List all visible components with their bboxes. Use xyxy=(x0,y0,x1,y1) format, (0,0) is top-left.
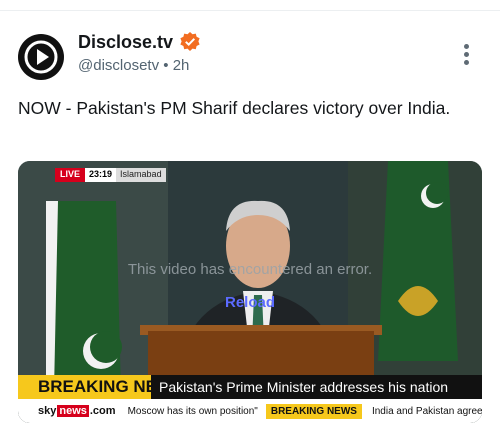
more-vertical-icon[interactable] xyxy=(458,42,476,68)
video-error-message: This video has encountered an error. xyxy=(127,261,373,278)
ticker-item: Moscow has its own position" xyxy=(127,405,258,417)
separator-dot: • xyxy=(163,57,169,74)
podium xyxy=(148,331,374,377)
sky-news-logo: sky news .com xyxy=(38,405,116,417)
author-row: Disclose.tv xyxy=(78,31,201,53)
reload-button[interactable]: Reload xyxy=(18,294,482,311)
video-player[interactable]: LIVE 23:19 Islamabad This video has enco… xyxy=(18,161,482,423)
live-time: 23:19 xyxy=(85,168,117,182)
live-tag: LIVE xyxy=(55,168,86,182)
author-name[interactable]: Disclose.tv xyxy=(78,32,173,53)
author-handle[interactable]: @disclosetv xyxy=(78,57,159,74)
breaking-news-bar: BREAKING NEWS Pakistan's Prime Minister … xyxy=(18,375,482,399)
top-divider xyxy=(0,10,500,11)
play-logo-icon xyxy=(24,40,58,74)
ticker-breaking-label: BREAKING NEWS xyxy=(265,403,362,419)
post-text: NOW - Pakistan's PM Sharif declares vict… xyxy=(18,98,451,118)
live-indicator: LIVE 23:19 Islamabad xyxy=(55,168,166,182)
news-ticker: sky news .com Moscow has its own position"… xyxy=(18,399,482,423)
handle-row: @disclosetv • 2h xyxy=(78,57,189,74)
post-time[interactable]: 2h xyxy=(173,57,190,74)
live-location: Islamabad xyxy=(116,168,166,182)
breaking-news-label: BREAKING NEWS xyxy=(18,375,184,399)
verified-badge-icon xyxy=(180,32,200,51)
avatar[interactable] xyxy=(18,34,64,80)
ticker-item: India and Pakistan agree to a full ce xyxy=(371,405,482,417)
breaking-news-headline: Pakistan's Prime Minister addresses his … xyxy=(151,375,482,399)
